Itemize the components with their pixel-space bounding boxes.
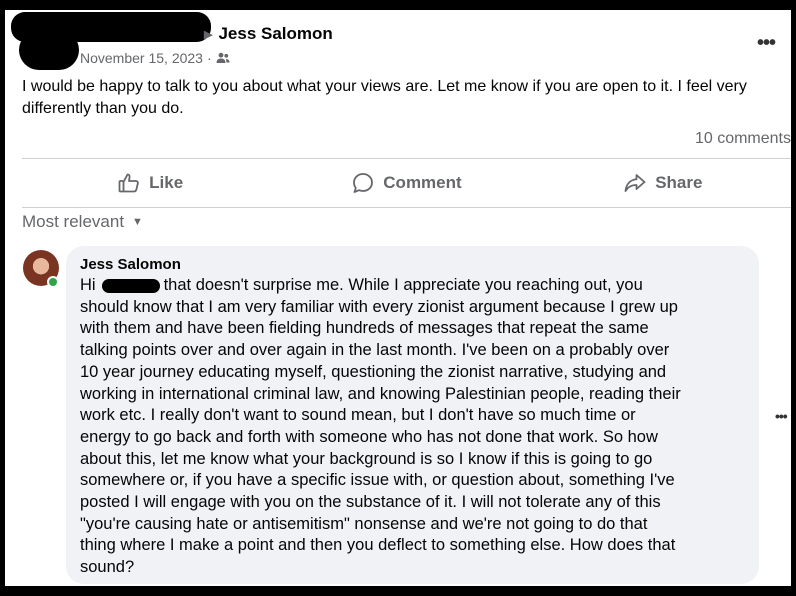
like-label: Like (149, 173, 184, 192)
sort-label: Most relevant (22, 212, 125, 231)
comment-text: Hi that doesn't surprise me. While I appr… (80, 275, 745, 579)
post-header: ▶ Jess Salomon November 15, 2023 · ••• (5, 10, 791, 70)
online-status-indicator (47, 276, 59, 288)
thumbs-up-icon (118, 173, 139, 193)
comment-label: Comment (383, 173, 462, 192)
post-body: I would be happy to talk to you about wh… (22, 78, 747, 117)
post-author-row: ▶ Jess Salomon (80, 24, 333, 44)
post-more-button[interactable]: ••• (757, 32, 776, 55)
divider-top (22, 158, 791, 159)
like-button[interactable]: Like (22, 160, 278, 206)
share-icon (624, 174, 646, 192)
comment-bubble: Jess Salomon Hi that doesn't surprise me.… (66, 246, 759, 584)
comment-body: that doesn't surprise me. While I apprec… (80, 276, 681, 577)
action-bar: Like Comment Share (22, 160, 791, 206)
post-card: ▶ Jess Salomon November 15, 2023 · ••• I… (5, 10, 791, 586)
date-separator: · (206, 50, 212, 66)
post-meta: November 15, 2023 · (80, 50, 230, 66)
comment-count-link[interactable]: 10 comments (695, 130, 791, 148)
comment-author[interactable]: Jess Salomon (80, 256, 745, 274)
chevron-down-icon: ▼ (132, 216, 143, 228)
friends-icon (216, 52, 230, 63)
share-label: Share (655, 173, 703, 192)
redacted-recipient-name (101, 278, 160, 293)
caret-right-icon: ▶ (204, 28, 213, 41)
post-target-name[interactable]: Jess Salomon (218, 24, 332, 44)
comment-sort-dropdown[interactable]: Most relevant ▼ (22, 212, 143, 232)
comment-icon (353, 173, 374, 193)
post-date[interactable]: November 15, 2023 (80, 50, 203, 66)
share-button[interactable]: Share (535, 160, 791, 206)
redaction-poster-avatar (19, 30, 79, 70)
comment-button[interactable]: Comment (278, 160, 534, 206)
comment-greeting: Hi (80, 276, 96, 294)
divider-bottom (22, 207, 791, 208)
comment-more-button[interactable]: ••• (775, 408, 788, 424)
